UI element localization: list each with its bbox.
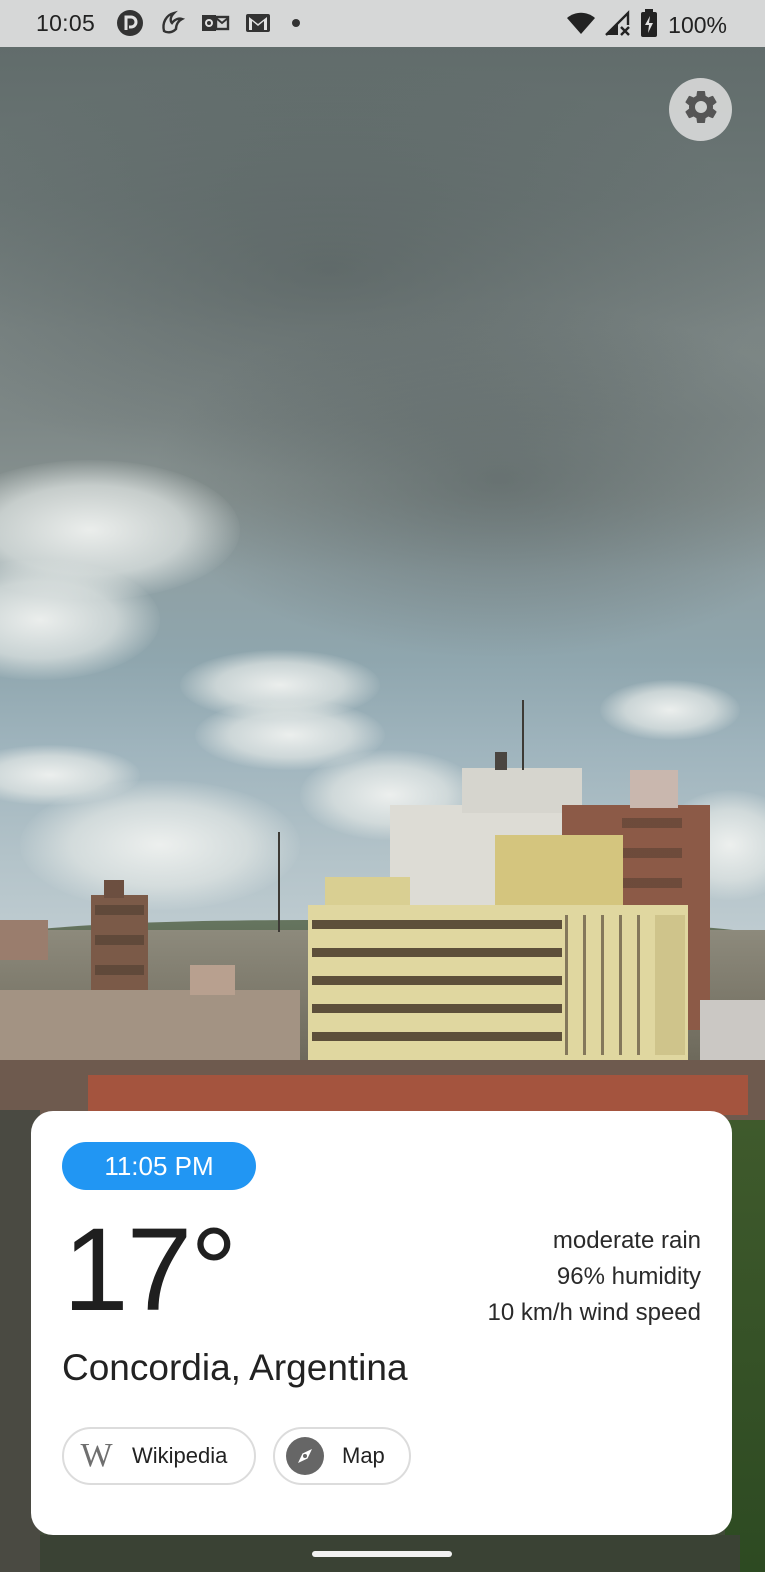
- more-dot-icon: [286, 13, 306, 33]
- temperature: 17°: [63, 1204, 237, 1336]
- wikipedia-label: Wikipedia: [132, 1443, 228, 1468]
- humidity-text: 96% humidity: [556, 1263, 701, 1290]
- cloud: [600, 680, 740, 740]
- map-label: Map: [342, 1443, 385, 1468]
- gear-icon: [681, 87, 721, 132]
- cloud: [20, 780, 300, 910]
- wifi-icon: [566, 10, 596, 41]
- building: [495, 835, 623, 915]
- outlook-icon: [200, 9, 230, 37]
- gesture-nav-handle[interactable]: [312, 1551, 452, 1557]
- status-bar: 10:05 100%: [0, 0, 765, 47]
- compass-icon: [285, 1436, 325, 1476]
- system-icons: 100%: [566, 8, 727, 43]
- condition-text: moderate rain: [552, 1227, 701, 1254]
- local-time-badge: 11:05 PM: [62, 1142, 256, 1190]
- location-name: Concordia, Argentina: [62, 1347, 408, 1388]
- gmail-icon: [244, 11, 272, 35]
- pocket-casts-icon: [116, 9, 144, 37]
- battery-charging-icon: [640, 8, 658, 43]
- wikipedia-icon: W: [80, 1437, 112, 1474]
- wind-speed-text: 10 km/h wind speed: [487, 1299, 701, 1326]
- building: [0, 920, 48, 960]
- notification-icons: [116, 9, 306, 37]
- status-time: 10:05: [36, 10, 96, 36]
- map-button[interactable]: Map: [273, 1427, 411, 1485]
- bird-app-icon: [158, 9, 186, 37]
- settings-button[interactable]: [669, 78, 732, 141]
- rooftop: [88, 1075, 748, 1115]
- weather-conditions: moderate rain 96% humidity 10 km/h wind …: [488, 1223, 701, 1331]
- weather-card: 11:05 PM 17° moderate rain 96% humidity …: [31, 1111, 732, 1535]
- building: [0, 990, 300, 1060]
- wikipedia-button[interactable]: W Wikipedia: [62, 1427, 256, 1485]
- signal-icon: [604, 9, 632, 42]
- battery-percent: 100%: [668, 12, 727, 38]
